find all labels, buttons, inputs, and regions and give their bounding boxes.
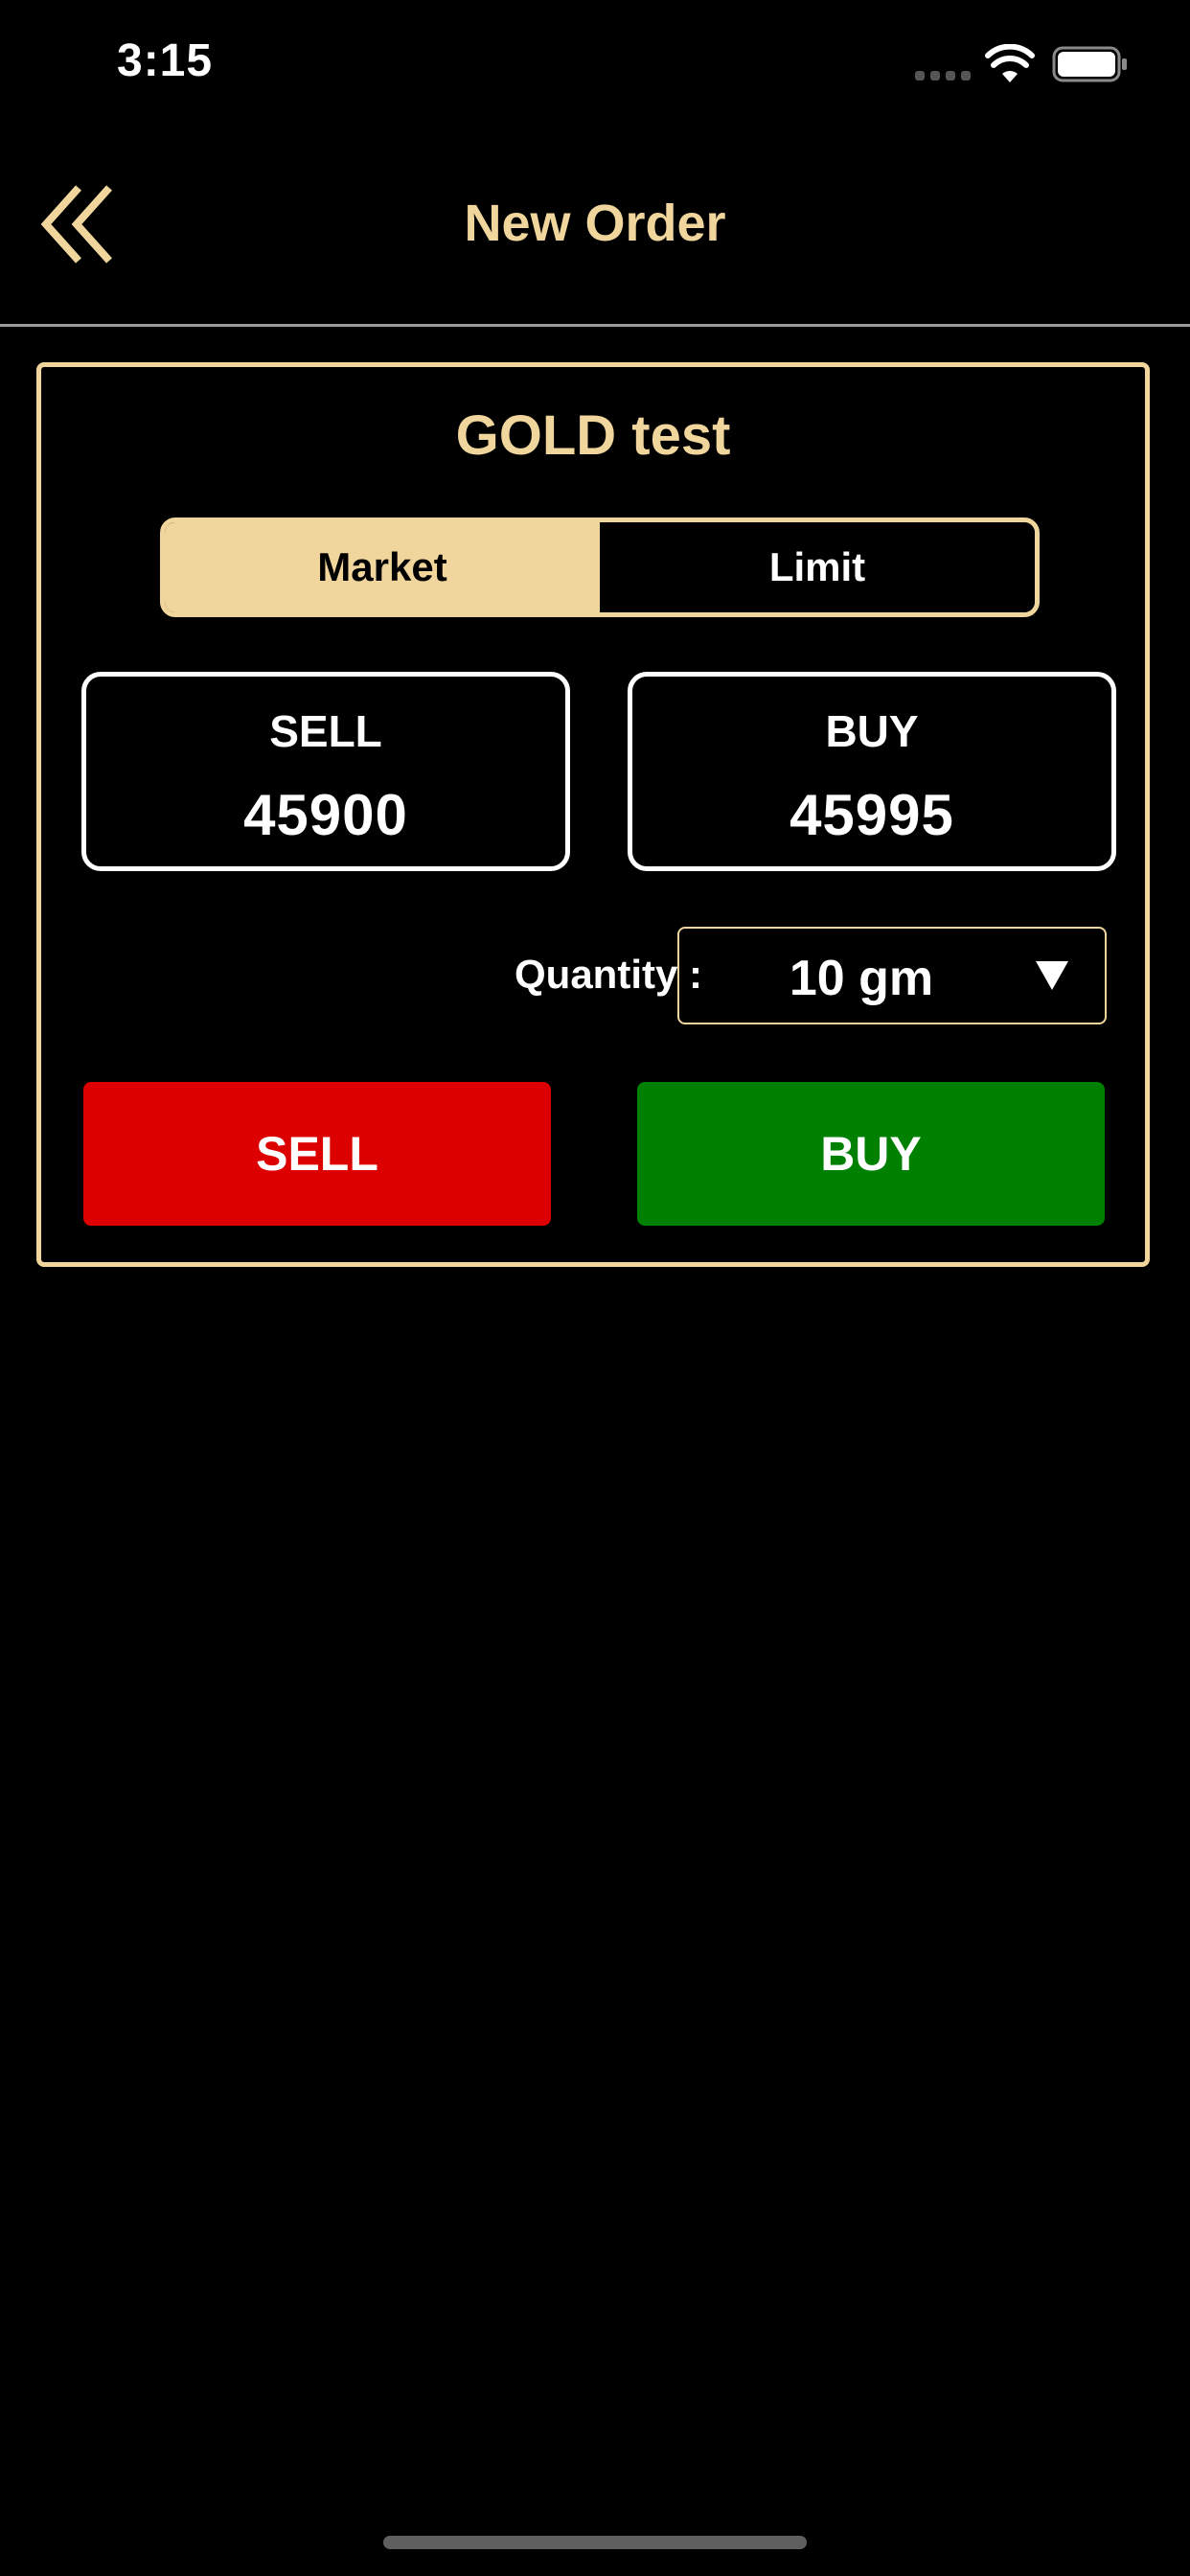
sell-price-box: SELL 45900: [81, 672, 570, 871]
header-divider: [0, 324, 1190, 327]
navigation-bar: New Order: [0, 144, 1190, 326]
page-title: New Order: [464, 195, 726, 252]
cellular-signal-icon: [915, 71, 971, 80]
status-bar: 3:15: [0, 0, 1190, 125]
status-time: 3:15: [117, 35, 214, 86]
quantity-value: 10 gm: [789, 951, 934, 1006]
order-card: GOLD test Market Limit SELL 45900 BUY 45…: [36, 362, 1150, 1267]
tab-limit[interactable]: Limit: [600, 522, 1035, 612]
dropdown-triangle-icon: [1036, 961, 1068, 990]
quantity-label: Quantity :: [515, 952, 702, 997]
tab-market[interactable]: Market: [165, 522, 600, 612]
buy-price-value: 45995: [790, 783, 954, 847]
quantity-dropdown[interactable]: 10 gm: [677, 927, 1107, 1024]
battery-icon: [1052, 46, 1127, 82]
order-type-segmented-control: Market Limit: [160, 518, 1040, 617]
sell-button[interactable]: SELL: [83, 1082, 551, 1226]
buy-price-box: BUY 45995: [628, 672, 1116, 871]
instrument-title: GOLD test: [455, 404, 731, 467]
sell-price-label: SELL: [269, 706, 382, 756]
home-indicator[interactable]: [383, 2536, 807, 2549]
sell-price-value: 45900: [243, 783, 408, 847]
wifi-icon: [985, 44, 1035, 82]
buy-button[interactable]: BUY: [637, 1082, 1105, 1226]
buy-price-label: BUY: [825, 706, 919, 756]
